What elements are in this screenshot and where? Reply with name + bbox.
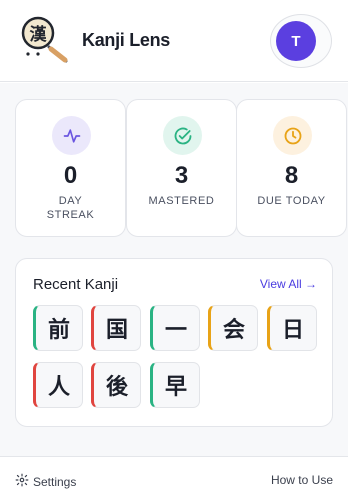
check-circle-icon — [163, 116, 202, 155]
stat-label-line: STREAK — [46, 209, 95, 221]
kanji-tile[interactable]: 人 — [33, 362, 83, 408]
settings-button[interactable]: Settings — [15, 473, 76, 490]
gear-icon — [15, 473, 29, 490]
kanji-tile[interactable]: 日 — [267, 305, 317, 351]
kanji-tile[interactable]: 一 — [150, 305, 200, 351]
how-to-use-link[interactable]: How to Use — [271, 473, 333, 487]
magnifier-kanji-logo-icon: 漢 — [18, 14, 74, 66]
stat-value: 0 — [63, 162, 78, 189]
user-avatar-button[interactable]: T — [276, 21, 316, 61]
stat-value: 3 — [174, 162, 189, 189]
stat-card-day-streak: 0 DAY STREAK — [15, 99, 126, 237]
kanji-tile[interactable]: 会 — [208, 305, 258, 351]
app-title: Kanji Lens — [82, 30, 171, 50]
settings-label: Settings — [33, 474, 77, 489]
logo-glyph: 漢 — [30, 24, 48, 45]
clock-icon — [273, 116, 312, 155]
activity-icon — [52, 116, 91, 155]
app-footer: Settings How to Use — [0, 456, 348, 501]
kanji-tile[interactable]: 後 — [91, 362, 141, 408]
stat-value: 8 — [284, 162, 299, 189]
view-all-link[interactable]: View All → — [260, 277, 317, 291]
app-header: 漢 Kanji Lens T — [0, 0, 348, 82]
recent-kanji-title: Recent Kanji — [33, 276, 119, 293]
kanji-tile[interactable]: 国 — [91, 305, 141, 351]
recent-kanji-card: Recent Kanji View All → 前国一会日人後早 — [15, 258, 333, 427]
kanji-tile[interactable]: 早 — [150, 362, 200, 408]
stat-label: DUE TODAY — [257, 195, 326, 207]
stat-label-line: DAY — [58, 195, 83, 207]
stat-card-mastered: 3 MASTERED — [126, 99, 237, 237]
stat-card-due-today: 8 DUE TODAY — [236, 99, 347, 237]
stat-label: DAY STREAK — [16, 194, 125, 222]
kanji-tile[interactable]: 前 — [33, 305, 83, 351]
stat-label: MASTERED — [148, 195, 215, 207]
